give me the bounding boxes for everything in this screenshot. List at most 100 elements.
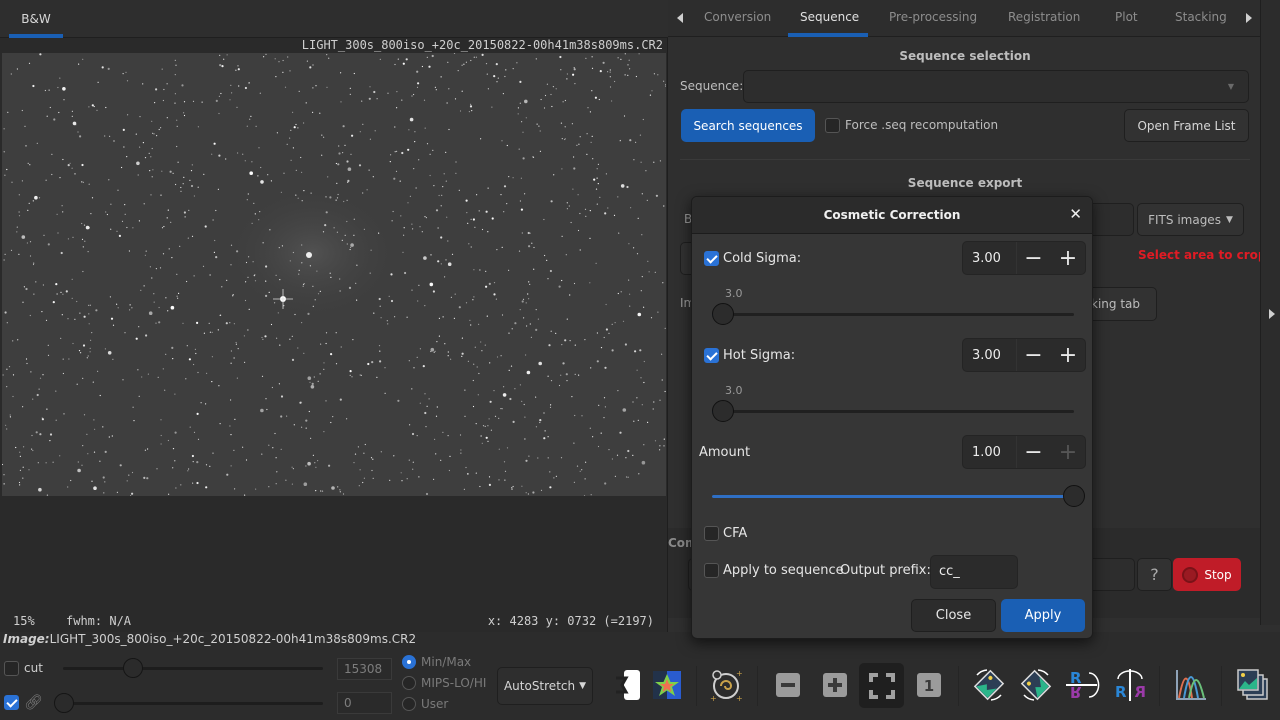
zoom-level: 15% — [13, 614, 35, 628]
tabs-scroll-left-icon[interactable] — [677, 13, 683, 23]
histogram-button[interactable] — [1172, 666, 1210, 704]
amount-spin[interactable]: 1.00 − + — [962, 435, 1086, 469]
sequence-selection-title: Sequence selection — [899, 49, 1031, 63]
image-view-pane: B&W LIGHT_300s_800iso_+20c_20150822-00h4… — [0, 0, 668, 632]
cold-sigma-increment[interactable]: + — [1051, 242, 1085, 274]
star-detection-icon — [653, 671, 681, 699]
cursor-coords: x: 4283 y: 0732 (=2197) — [487, 614, 654, 628]
tab-sequence[interactable]: Sequence — [800, 10, 859, 24]
hot-sigma-increment[interactable]: + — [1051, 339, 1085, 371]
image-stack-button[interactable] — [1234, 666, 1272, 704]
tool-tabs: Conversion Sequence Pre-processing Regis… — [668, 0, 1262, 37]
high-slider-handle[interactable] — [123, 658, 143, 678]
low-slider-handle[interactable] — [54, 693, 74, 713]
force-recompute-checkbox[interactable] — [825, 118, 840, 133]
tabs-scroll-right-icon[interactable] — [1246, 13, 1252, 23]
tab-registration[interactable]: Registration — [1008, 10, 1080, 24]
cold-sigma-slider-track[interactable] — [712, 313, 1074, 316]
tab-bw[interactable]: B&W — [9, 0, 63, 38]
stacking-tab-label: king tab — [1091, 297, 1140, 311]
galaxy-annotate-icon: + + + — [710, 669, 743, 702]
stretch-mode-dropdown[interactable]: AutoStretch ▼ — [497, 667, 593, 705]
chevron-down-icon: ▼ — [1225, 214, 1233, 225]
sequence-dropdown[interactable]: ▼ — [743, 70, 1249, 103]
cut-label: cut — [24, 661, 43, 675]
image-canvas[interactable] — [2, 53, 666, 496]
amount-slider-fill — [712, 495, 1074, 498]
annotate-button[interactable]: + + + — [707, 666, 745, 704]
zoom-fit-button[interactable] — [859, 663, 904, 708]
stop-icon — [1182, 566, 1199, 583]
radio-user[interactable] — [402, 697, 416, 711]
svg-text:+: + — [736, 694, 743, 702]
mirror-y-button[interactable]: RR — [1111, 666, 1149, 704]
hot-sigma-decrement[interactable]: − — [1016, 339, 1050, 371]
search-sequences-button[interactable]: Search sequences — [681, 109, 815, 142]
cold-sigma-value[interactable]: 3.00 — [972, 251, 1001, 266]
hot-sigma-value[interactable]: 3.00 — [972, 348, 1001, 363]
radio-minmax-label: Min/Max — [421, 655, 472, 669]
cold-sigma-slider-value: 3.0 — [725, 287, 743, 300]
close-button[interactable]: Close — [911, 599, 996, 632]
tab-conversion[interactable]: Conversion — [704, 10, 771, 24]
output-prefix-input[interactable]: cc_ — [930, 555, 1018, 589]
dialog-header: Cosmetic Correction ✕ — [692, 197, 1092, 234]
export-format-dropdown[interactable]: FITS images ▼ — [1137, 203, 1244, 236]
zoom-one-icon: 1 — [917, 673, 941, 697]
amount-slider-handle[interactable] — [1063, 485, 1085, 507]
apply-to-sequence-label: Apply to sequence — [723, 563, 844, 578]
zoom-one-button[interactable]: 1 — [910, 666, 948, 704]
close-icon[interactable]: ✕ — [1069, 205, 1082, 223]
open-frame-list-button[interactable]: Open Frame List — [1124, 109, 1249, 142]
rotate-right-button[interactable] — [1017, 666, 1055, 704]
photometry-button[interactable] — [606, 666, 644, 704]
stop-button[interactable]: Stop — [1173, 558, 1241, 591]
image-filename: LIGHT_300s_800iso_+20c_20150822-00h41m38… — [301, 38, 663, 52]
hot-sigma-spin[interactable]: 3.00 − + — [962, 338, 1086, 372]
apply-to-sequence-checkbox[interactable] — [704, 563, 719, 578]
help-button[interactable]: ? — [1137, 558, 1172, 591]
hot-sigma-label: Hot Sigma: — [723, 348, 796, 363]
zoom-out-button[interactable] — [769, 666, 807, 704]
cfa-checkbox[interactable] — [704, 526, 719, 541]
cold-sigma-checkbox[interactable] — [704, 251, 719, 266]
low-value-field[interactable]: 0 — [337, 692, 392, 714]
zoom-out-icon — [776, 673, 800, 697]
active-tab-indicator — [788, 33, 868, 37]
high-value-field[interactable]: 15308 — [337, 658, 392, 680]
photometry-icon — [616, 670, 640, 700]
mirror-x-button[interactable]: RR — [1064, 666, 1102, 704]
cold-sigma-slider-handle[interactable] — [711, 303, 734, 325]
export-format-value: FITS images — [1148, 212, 1221, 227]
link-checkbox[interactable] — [4, 695, 19, 710]
cold-sigma-decrement[interactable]: − — [1016, 242, 1050, 274]
apply-button[interactable]: Apply — [1001, 599, 1085, 632]
tab-stacking[interactable]: Stacking — [1175, 10, 1227, 24]
amount-value[interactable]: 1.00 — [972, 445, 1001, 460]
cold-sigma-spin[interactable]: 3.00 − + — [962, 241, 1086, 275]
tab-plot[interactable]: Plot — [1115, 10, 1138, 24]
high-slider-track[interactable] — [63, 667, 323, 670]
radio-user-label: User — [421, 697, 449, 711]
hot-sigma-checkbox[interactable] — [704, 348, 719, 363]
expand-right-icon — [1269, 309, 1275, 319]
export-name-field[interactable] — [1088, 203, 1134, 236]
image-status-bar: 15% fwhm: N/A x: 4283 y: 0732 (=2197) — [0, 610, 668, 630]
radio-minmax[interactable] — [402, 655, 416, 669]
mirror-x-icon: RR — [1066, 669, 1100, 701]
svg-text:R: R — [1115, 683, 1127, 701]
rotate-left-button[interactable] — [970, 666, 1008, 704]
cut-checkbox[interactable] — [4, 661, 19, 676]
chevron-down-icon: ▼ — [579, 681, 587, 691]
side-panel-toggle[interactable] — [1260, 0, 1280, 625]
star-detection-button[interactable] — [648, 666, 686, 704]
hot-sigma-slider-handle[interactable] — [711, 400, 734, 422]
cfa-label: CFA — [723, 526, 748, 541]
amount-decrement[interactable]: − — [1016, 436, 1050, 468]
zoom-in-button[interactable] — [816, 666, 854, 704]
tab-preprocessing[interactable]: Pre-processing — [889, 10, 977, 24]
low-slider-track[interactable] — [55, 702, 323, 705]
radio-mips[interactable] — [402, 676, 416, 690]
dialog-title: Cosmetic Correction — [823, 208, 961, 222]
hot-sigma-slider-track[interactable] — [712, 410, 1074, 413]
